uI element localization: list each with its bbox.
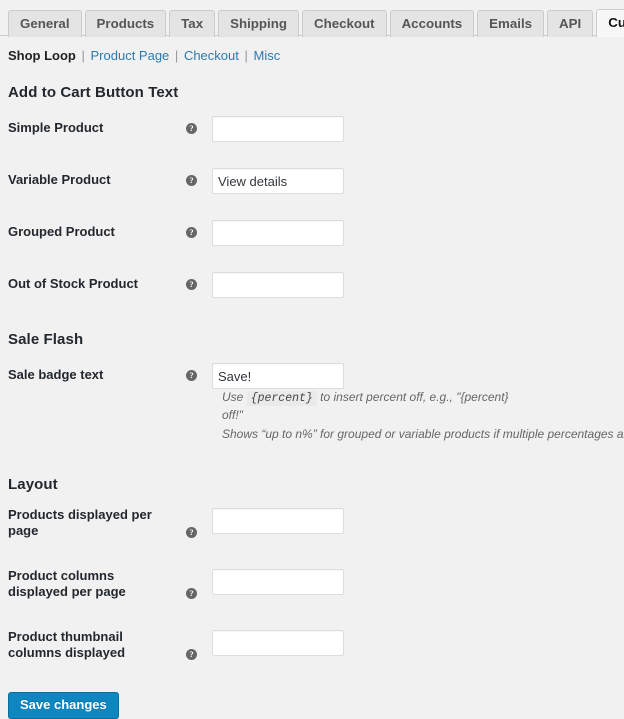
- text-input-out-of-stock-product[interactable]: [212, 272, 344, 298]
- help-icon[interactable]: [186, 227, 197, 239]
- text-input-grouped-product[interactable]: [212, 220, 344, 246]
- help-tip-cell: [186, 259, 212, 311]
- settings-row: Grouped Product: [8, 207, 620, 259]
- help-icon[interactable]: [186, 279, 197, 291]
- settings-row: Simple Product: [8, 103, 620, 155]
- tab-tax[interactable]: Tax: [169, 10, 216, 37]
- settings-row-field: [212, 155, 620, 207]
- text-input-product-columns-displayed-per-page[interactable]: [212, 569, 344, 595]
- settings-row-field: [212, 259, 620, 311]
- subnav-separator: |: [81, 48, 85, 63]
- help-icon[interactable]: [186, 175, 197, 187]
- help-tip-cell: [186, 155, 212, 207]
- field-description-secondary: Shows “up to n%” for grouped or variable…: [222, 427, 624, 441]
- tab-shipping[interactable]: Shipping: [218, 10, 299, 37]
- section-title: Layout: [8, 476, 58, 493]
- settings-row-field: Use {percent} to insert percent off, e.g…: [212, 350, 624, 456]
- text-input-product-thumbnail-columns-displayed[interactable]: [212, 630, 344, 656]
- help-icon[interactable]: [186, 588, 197, 600]
- settings-row-label: Products displayed per page: [8, 507, 152, 538]
- settings-row-label: Sale badge text: [8, 367, 104, 382]
- settings-content: Add to Cart Button Text Simple Product Var…: [0, 83, 624, 678]
- settings-row-label: Out of Stock Product: [8, 276, 138, 291]
- subnav-link-checkout[interactable]: Checkout: [184, 48, 239, 63]
- settings-row-label: Grouped Product: [8, 224, 115, 239]
- subnav-link-product-page[interactable]: Product Page: [91, 48, 170, 63]
- subnav-link-misc[interactable]: Misc: [254, 48, 281, 63]
- help-icon[interactable]: [186, 649, 197, 661]
- help-tip-cell: [186, 495, 212, 556]
- tab-products[interactable]: Products: [84, 10, 167, 37]
- text-input-products-displayed-per-page[interactable]: [212, 508, 344, 534]
- help-tip-cell: [186, 617, 212, 678]
- subnav-separator: |: [174, 48, 179, 63]
- save-changes-button[interactable]: Save changes: [8, 692, 119, 719]
- tab-emails[interactable]: Emails: [477, 10, 545, 37]
- settings-row-label: Simple Product: [8, 120, 104, 135]
- settings-row: Sale badge text Use {percent} to insert p…: [8, 350, 624, 456]
- submit-area: Save changes: [0, 678, 624, 719]
- section-title: Add to Cart Button Text: [8, 84, 179, 101]
- text-input-variable-product[interactable]: [212, 168, 344, 194]
- help-tip-cell: [186, 556, 212, 617]
- description-code-token: {percent}: [246, 391, 317, 406]
- help-tip-cell: [186, 350, 212, 456]
- settings-form-table: Products displayed per page Product colum…: [8, 495, 620, 678]
- subnav-separator: |: [244, 48, 248, 63]
- subnav-current: Shop Loop: [8, 48, 76, 63]
- settings-row: Products displayed per page: [8, 495, 620, 556]
- help-icon[interactable]: [186, 527, 197, 539]
- tab-accounts[interactable]: Accounts: [389, 10, 475, 37]
- text-input-simple-product[interactable]: [212, 116, 344, 142]
- subnav-breadcrumb: Shop Loop | Product Page | Checkout | Mi…: [0, 36, 624, 64]
- help-tip-cell: [186, 207, 212, 259]
- tab-general[interactable]: General: [8, 10, 82, 37]
- settings-row: Out of Stock Product: [8, 259, 620, 311]
- settings-row-label: Variable Product: [8, 172, 111, 187]
- settings-row-label: Product thumbnail columns displayed: [8, 629, 126, 660]
- settings-row-field: [212, 556, 620, 617]
- tab-customizer[interactable]: Customizer: [596, 9, 624, 37]
- settings-tab-bar: General Products Tax Shipping Checkout Accoun…: [0, 0, 624, 37]
- text-input-sale-badge-text[interactable]: [212, 363, 344, 389]
- settings-tabs: General Products Tax Shipping Checkout Accoun…: [8, 9, 624, 37]
- settings-row: Product columns displayed per page: [8, 556, 620, 617]
- settings-row-field: [212, 617, 620, 678]
- help-icon[interactable]: [186, 370, 197, 382]
- description-text-before: Use: [222, 390, 244, 404]
- settings-row-field: [212, 495, 620, 556]
- settings-form-table: Simple Product Variable Product Grouped Pr…: [8, 103, 620, 311]
- settings-row-label: Product columns displayed per page: [8, 568, 126, 599]
- help-tip-cell: [186, 103, 212, 155]
- help-icon[interactable]: [186, 123, 197, 135]
- settings-row: Variable Product: [8, 155, 620, 207]
- tab-checkout[interactable]: Checkout: [301, 10, 387, 37]
- settings-row: Product thumbnail columns displayed: [8, 617, 620, 678]
- field-description: Use {percent} to insert percent off, e.g…: [222, 389, 522, 424]
- section-title: Sale Flash: [8, 331, 84, 348]
- settings-row-field: [212, 103, 620, 155]
- settings-row-field: [212, 207, 620, 259]
- tab-api[interactable]: API: [547, 10, 594, 37]
- settings-form-table: Sale badge text Use {percent} to insert p…: [8, 350, 624, 456]
